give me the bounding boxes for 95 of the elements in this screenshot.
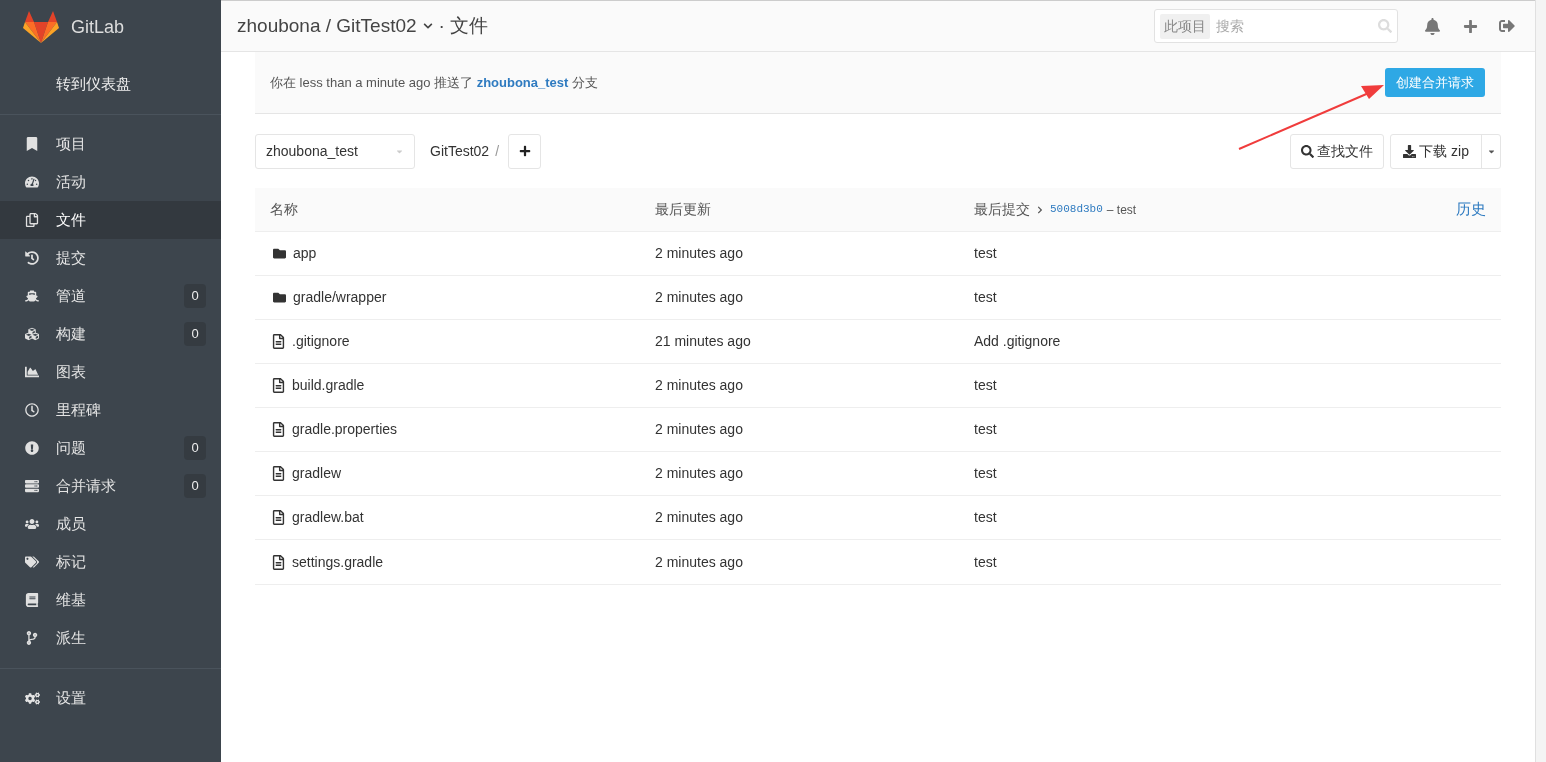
updated-time: 21 minutes ago [655, 332, 752, 351]
sidebar-item[interactable]: 派生 [0, 619, 221, 657]
find-file-button[interactable]: 查找文件 [1290, 133, 1385, 169]
dashboard-link[interactable]: 转到仪表盘 [56, 72, 131, 96]
search-icon [1301, 144, 1315, 158]
branch-link[interactable]: zhoubona_test [476, 74, 569, 90]
ship-icon [25, 289, 39, 303]
file-name-link[interactable]: gradlew [292, 463, 342, 484]
commit-message[interactable]: test [974, 463, 997, 484]
page-title: · 文件 [438, 13, 489, 38]
path-separator: / [495, 141, 500, 161]
search-input[interactable]: 搜索 [1216, 15, 1372, 37]
files-icon [25, 213, 39, 227]
count-badge: 0 [184, 322, 206, 346]
commit-message: – test [1106, 201, 1137, 219]
sidebar-item[interactable]: 标记 [0, 543, 221, 581]
count-badge: 0 [184, 284, 206, 308]
updated-time: 2 minutes ago [655, 376, 744, 395]
plus-icon[interactable] [1463, 18, 1478, 34]
search-scope: 此项目 [1160, 13, 1210, 39]
column-header: 名称 [269, 200, 299, 219]
count-badge: 0 [184, 474, 206, 498]
updated-time: 2 minutes ago [655, 464, 744, 483]
users-icon [25, 517, 39, 531]
chevron-down-icon[interactable] [422, 21, 433, 31]
file-name-link[interactable]: .gitignore [292, 331, 350, 352]
push-message: 你在 less than a minute ago 推送了 zhoubona_test 分支 [270, 73, 598, 92]
add-button[interactable] [508, 133, 542, 169]
sidebar-item[interactable]: 项目 [0, 125, 221, 163]
file-name-link[interactable]: gradle.properties [292, 419, 398, 440]
sidebar-item[interactable]: 活动 [0, 163, 221, 201]
sign-out-icon[interactable] [1499, 18, 1515, 34]
file-icon [272, 554, 285, 570]
gears-icon [25, 690, 40, 706]
file-icon [272, 466, 285, 481]
sidebar-item[interactable]: 图表 [0, 353, 221, 391]
updated-time: 2 minutes ago [655, 288, 744, 307]
sidebar-item[interactable]: 成员 [0, 505, 221, 543]
history-link[interactable]: 历史 [1456, 198, 1501, 221]
file-name-link[interactable]: build.gradle [292, 375, 365, 396]
file-icon [272, 378, 285, 393]
updated-time: 2 minutes ago [655, 420, 744, 439]
sidebar-item[interactable]: 管道 0 [0, 277, 221, 315]
stack-icon [25, 479, 39, 493]
clock-icon [25, 403, 39, 417]
commit-message[interactable]: Add .gitignore [974, 331, 1061, 352]
branch-select[interactable]: zhoubona_test [255, 133, 415, 169]
book-icon [25, 593, 39, 607]
column-header: 最后更新 [655, 200, 712, 219]
area-chart-icon [25, 365, 39, 379]
fork-icon [25, 631, 39, 645]
bell-icon[interactable] [1424, 17, 1441, 35]
sidebar-item[interactable]: 问题 0 [0, 429, 221, 467]
folder-icon [272, 247, 287, 260]
file-icon [272, 334, 285, 349]
app-name[interactable]: GitLab [71, 13, 125, 41]
fox-logo-icon [23, 10, 59, 44]
file-name-link[interactable]: gradle/wrapper [293, 287, 387, 308]
folder-icon [272, 291, 287, 304]
sidebar-item[interactable]: 设置 [0, 679, 221, 717]
search-icon [1378, 19, 1392, 33]
gauge-icon [25, 175, 39, 189]
sidebar-item[interactable]: 构建 0 [0, 315, 221, 353]
commit-message[interactable]: test [974, 551, 997, 573]
updated-time: 2 minutes ago [655, 244, 744, 263]
path-link[interactable]: GitTest02 [430, 140, 490, 162]
tags-icon [25, 555, 39, 569]
commit-sha-link[interactable]: 5008d3b0 [1050, 201, 1103, 218]
sidebar-item[interactable]: 文件 [0, 201, 221, 239]
plus-icon [518, 145, 531, 157]
commit-message[interactable]: test [974, 287, 997, 308]
commit-message[interactable]: test [974, 375, 997, 396]
file-name-link[interactable]: app [293, 243, 317, 264]
commit-message[interactable]: test [974, 243, 997, 264]
sidebar-item[interactable]: 里程碑 [0, 391, 221, 429]
bookmark-icon [25, 137, 39, 151]
file-name-link[interactable]: settings.gradle [292, 551, 384, 573]
commit-message[interactable]: test [974, 419, 997, 440]
sidebar-item[interactable]: 维基 [0, 581, 221, 619]
chevron-right-icon [1036, 205, 1044, 214]
count-badge: 0 [184, 436, 206, 460]
commit-message[interactable]: test [974, 507, 997, 528]
cubes-icon [25, 327, 39, 341]
column-header: 最后提交 [974, 200, 1030, 219]
sidebar-item[interactable]: 合并请求 0 [0, 467, 221, 505]
sidebar-item[interactable]: 提交 [0, 239, 221, 277]
download-icon [1403, 144, 1417, 158]
project-breadcrumb[interactable]: zhoubona / GitTest02 [237, 11, 417, 41]
file-icon [272, 510, 285, 525]
file-name-link[interactable]: gradlew.bat [292, 507, 364, 528]
exclamation-icon [25, 441, 39, 455]
file-icon [272, 422, 285, 437]
updated-time: 2 minutes ago [655, 508, 744, 527]
history-icon [25, 251, 39, 265]
updated-time: 2 minutes ago [655, 552, 744, 572]
